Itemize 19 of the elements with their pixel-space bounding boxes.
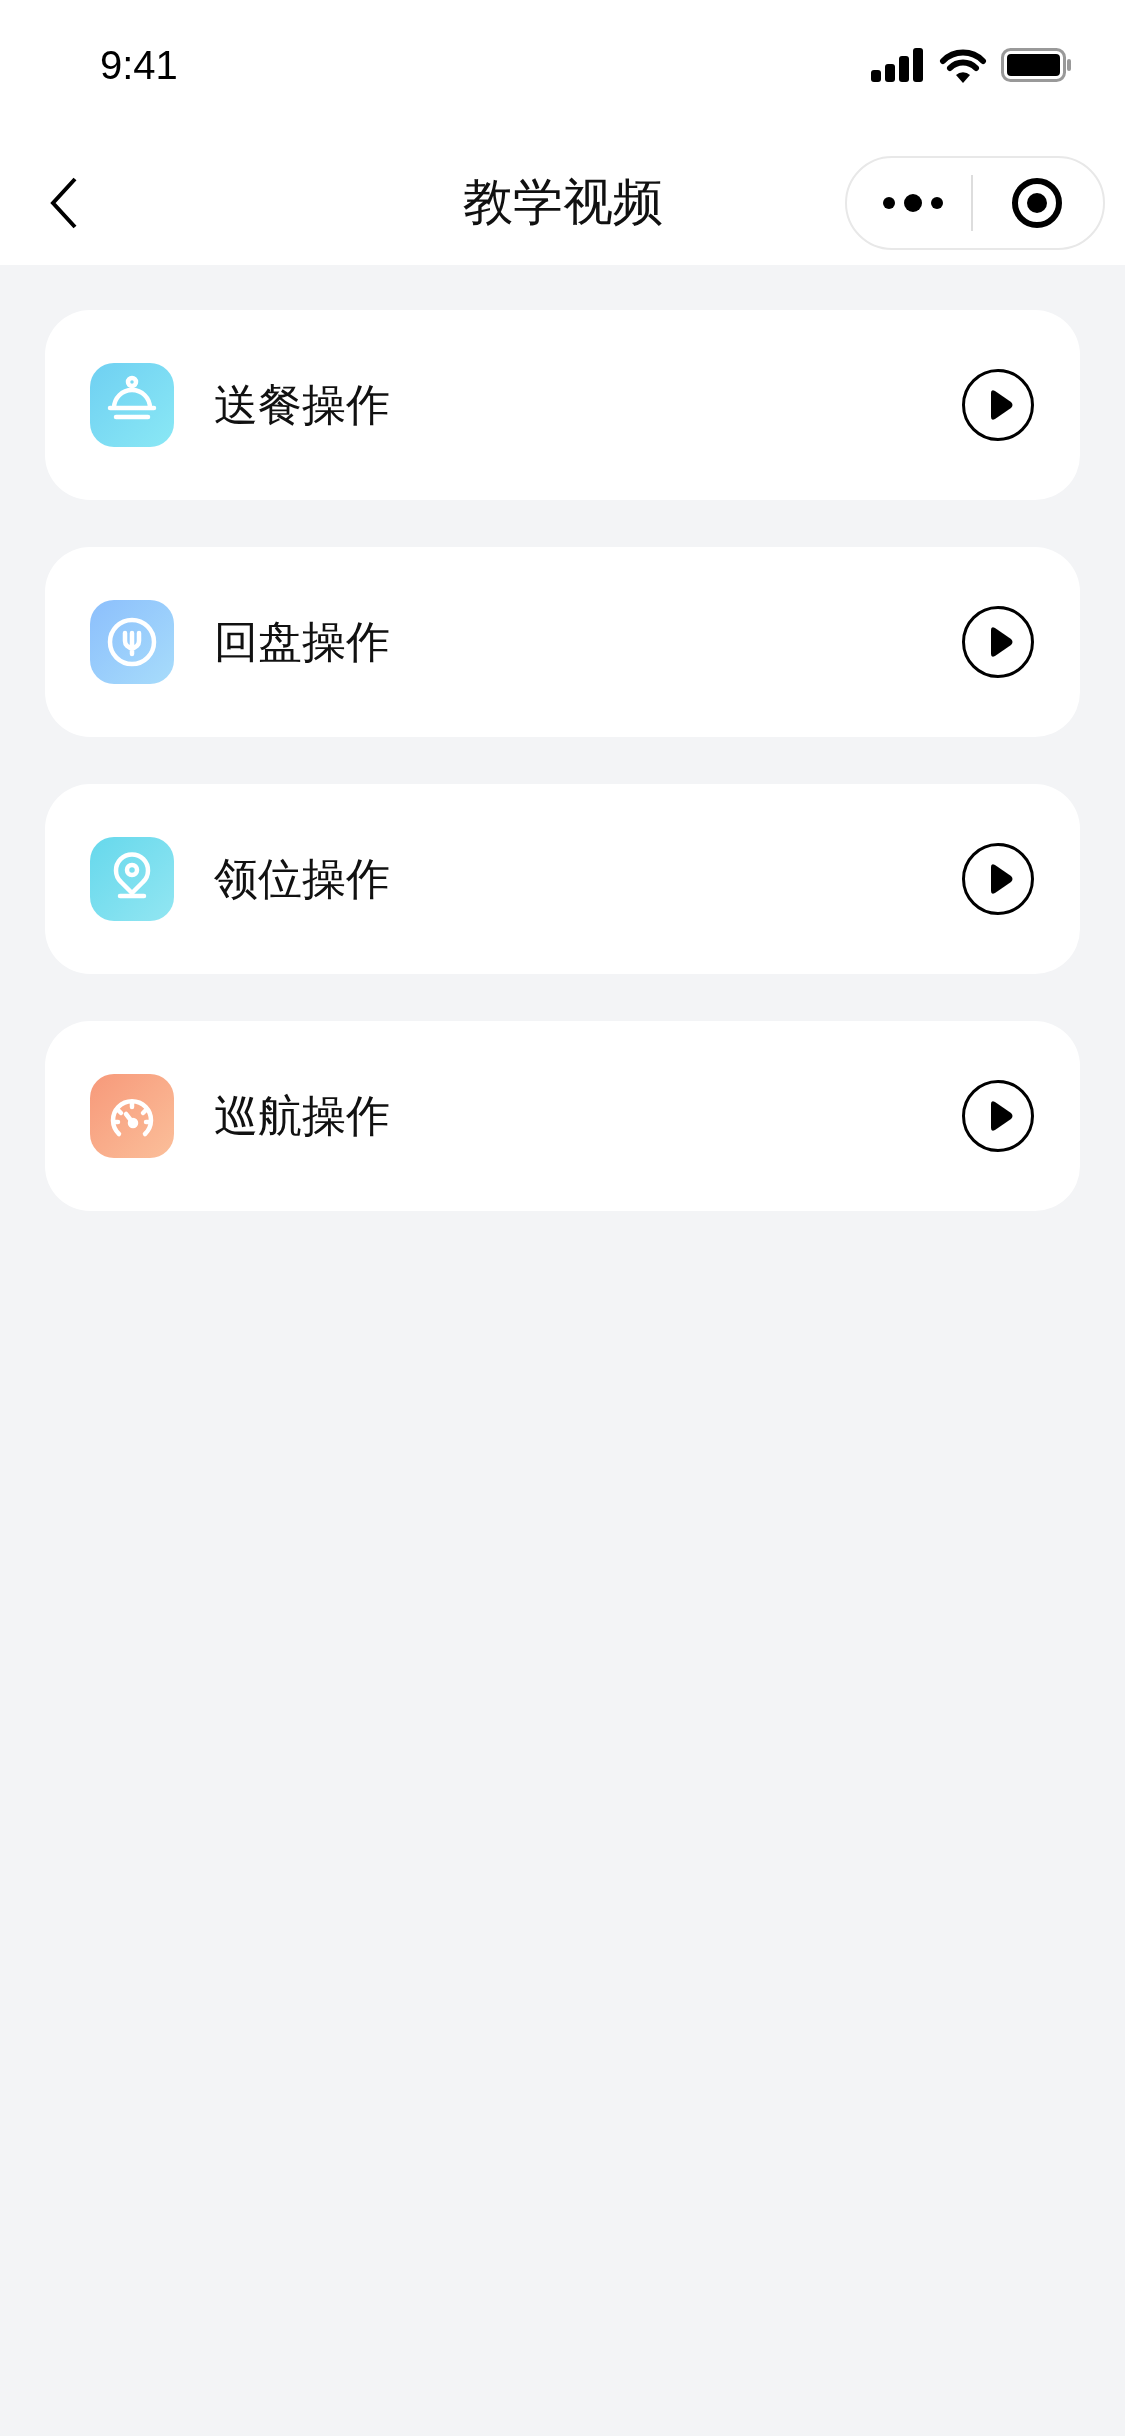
video-title: 回盘操作 — [214, 614, 390, 669]
play-icon[interactable] — [961, 605, 1035, 679]
play-icon[interactable] — [961, 368, 1035, 442]
page-title: 教学视频 — [462, 172, 663, 233]
video-title: 送餐操作 — [214, 377, 390, 432]
battery-icon — [1001, 48, 1073, 82]
video-title: 巡航操作 — [214, 1088, 390, 1143]
signal-icon — [871, 48, 925, 82]
gauge-icon — [90, 1074, 174, 1158]
video-title: 领位操作 — [214, 851, 390, 906]
status-time: 9:41 — [100, 42, 178, 88]
play-icon[interactable] — [961, 842, 1035, 916]
play-icon[interactable] — [961, 1079, 1035, 1153]
more-icon[interactable] — [883, 192, 943, 213]
cloche-icon — [90, 363, 174, 447]
close-icon[interactable] — [1011, 176, 1063, 229]
pin-icon — [90, 837, 174, 921]
wifi-icon — [939, 47, 987, 83]
plate-icon — [90, 600, 174, 684]
